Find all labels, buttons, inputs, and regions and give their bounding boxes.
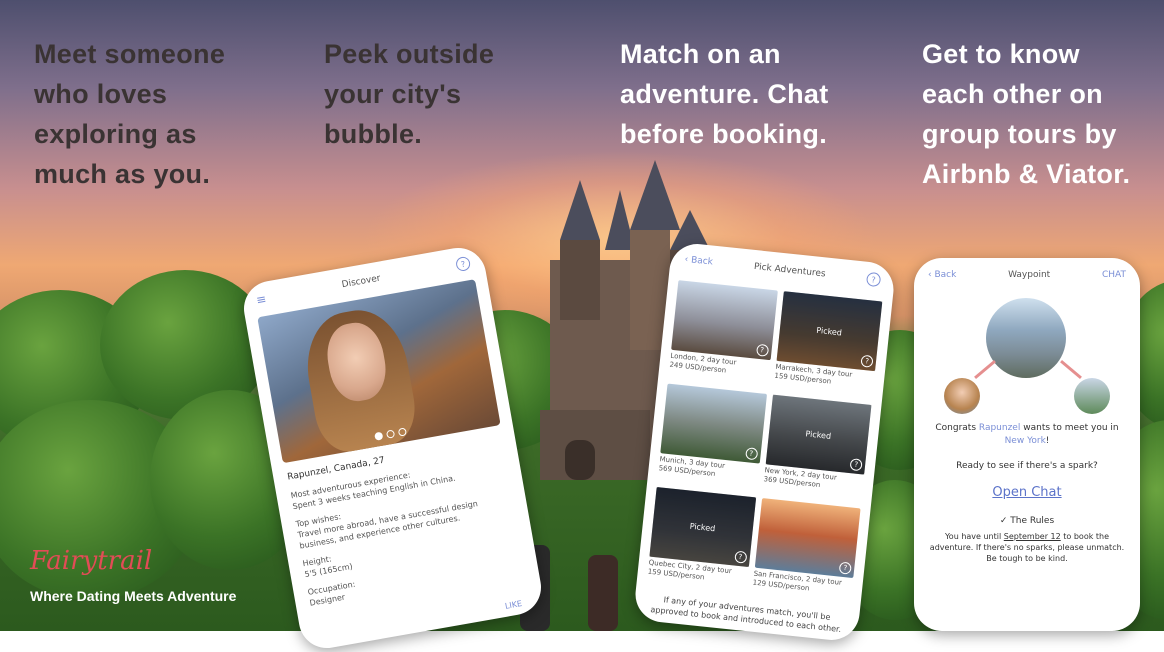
match-illustration [914,292,1140,422]
info-icon[interactable]: ? [838,561,852,575]
brand-logo: Fairytrail [30,546,153,576]
match-avatar[interactable] [944,378,980,414]
back-button[interactable]: ‹ Back [928,270,956,280]
adventure-image: ? [660,383,767,464]
discover-title: Discover [341,273,382,291]
rules-title: ✓ The Rules [924,516,1130,527]
rules-title-text: The Rules [1010,516,1055,526]
user-avatar[interactable] [1074,378,1110,414]
waypoint-topbar: ‹ Back Waypoint CHAT [914,258,1140,292]
adventure-image: Picked ? [649,486,756,567]
destination-photo [986,298,1066,378]
like-button[interactable]: LIKE [504,599,522,611]
brand-tagline: Where Dating Meets Adventure [30,588,237,604]
chat-button[interactable]: CHAT [1102,270,1126,280]
arrow-icon [974,359,996,380]
adventure-grid: ? London, 2 day tour 249 USD/person Picke… [636,275,892,609]
adventure-tile[interactable]: Picked ? New York, 2 day tour 369 USD/per… [762,394,872,501]
congrats-pre: Congrats [935,423,977,433]
adventure-tile[interactable]: Picked ? Marrakech, 3 day tour 159 USD/pe… [773,291,883,397]
spark-question: Ready to see if there's a spark? [956,461,1098,471]
waypoint-title: Waypoint [1008,270,1051,280]
congrats-mid: wants to meet you in [1023,423,1119,433]
congrats-message: Congrats Rapunzel wants to meet you in N… [935,423,1119,446]
menu-icon[interactable]: ≡ [255,292,267,308]
pagination-dot[interactable] [373,431,383,441]
headline-4: Get to know each other on group tours by… [922,39,1131,189]
couple-partner [588,555,618,631]
rules: ✓ The Rules You have until September 12 … [914,516,1140,564]
info-icon[interactable]: ? [744,447,758,461]
rules-pre: You have until [944,532,1002,541]
back-label: Back [690,255,714,268]
headline-3: Match on an adventure. Chat before booki… [620,39,829,149]
check-icon: ✓ [999,516,1008,526]
adventure-tile[interactable]: ? London, 2 day tour 249 USD/person [668,280,778,386]
adventure-image: Picked ? [765,394,872,475]
adventure-tile[interactable]: ? Munich, 3 day tour 569 USD/person [658,383,767,490]
help-icon[interactable]: ? [865,271,882,288]
info-icon[interactable]: ? [755,343,769,357]
arrow-icon [1060,359,1082,380]
adventures-title: Pick Adventures [753,261,827,280]
match-name-link[interactable]: Rapunzel [979,423,1020,433]
city-link[interactable]: New York [1005,436,1046,446]
phone-waypoint: ‹ Back Waypoint CHAT Congrats Rapunzel w… [914,258,1140,631]
pagination-dot[interactable] [385,429,395,439]
pagination-dot[interactable] [397,427,407,437]
rules-date: September 12 [1003,532,1061,541]
open-chat-link[interactable]: Open Chat [914,485,1140,500]
back-button[interactable]: ‹ Back [684,255,713,268]
adventure-tile[interactable]: Picked ? Quebec City, 2 day tour 159 USD/… [647,486,756,593]
adventure-tile[interactable]: ? San Francisco, 2 day tour 129 USD/perso… [752,498,861,604]
adventure-image: Picked ? [776,291,883,372]
adventure-image: ? [754,498,861,579]
headline-1: Meet someone who loves exploring as much… [34,39,226,189]
back-label: Back [934,270,957,280]
adventure-image: ? [671,280,778,361]
phone-adventures: ‹ Back Pick Adventures ? ? London, 2 day… [632,241,897,643]
help-icon[interactable]: ? [454,255,472,273]
headline-2: Peek outside your city's bubble. [324,39,495,149]
